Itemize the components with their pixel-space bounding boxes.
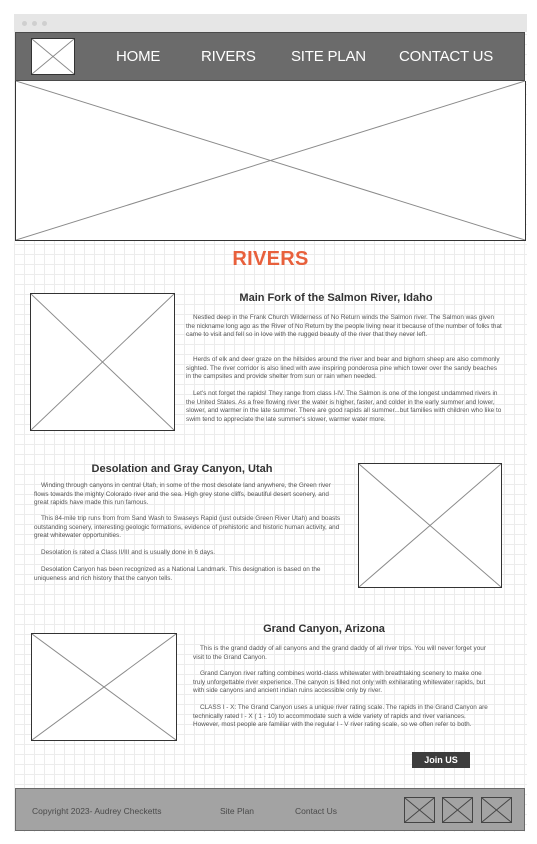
window-dot	[42, 21, 47, 26]
image-placeholder-icon	[32, 39, 74, 74]
browser-chrome-bar	[14, 14, 527, 32]
footer-link-contact-us[interactable]: Contact Us	[295, 806, 337, 816]
section-paragraph: This 84-mile trip runs from from Sand Wa…	[34, 515, 341, 540]
section-paragraph: Grand Canyon river rafting combines worl…	[193, 670, 486, 695]
image-placeholder-icon	[31, 294, 174, 430]
section-paragraph: Herds of elk and deer graze on the hills…	[186, 356, 500, 381]
image-placeholder-icon	[32, 634, 176, 740]
nav-link-rivers[interactable]: RIVERS	[201, 48, 256, 65]
footer-copyright: Copyright 2023- Audrey Checketts	[32, 806, 162, 816]
window-dot	[32, 21, 37, 26]
image-placeholder-icon	[359, 464, 501, 587]
nav-link-home[interactable]: HOME	[116, 48, 160, 65]
nav-link-contact-us[interactable]: CONTACT US	[399, 48, 493, 65]
social-icon[interactable]	[442, 797, 473, 823]
image-placeholder-icon	[443, 798, 472, 822]
logo-placeholder[interactable]	[31, 38, 75, 75]
grand-canyon-image	[31, 633, 177, 741]
section-title-desolation: Desolation and Gray Canyon, Utah	[91, 463, 273, 475]
page-title: RIVERS	[232, 248, 309, 270]
social-icon[interactable]	[481, 797, 512, 823]
footer-link-site-plan[interactable]: Site Plan	[220, 806, 254, 816]
image-placeholder-icon	[405, 798, 434, 822]
navbar: HOME RIVERS SITE PLAN CONTACT US	[15, 32, 525, 81]
social-icon[interactable]	[404, 797, 435, 823]
section-title-grand-canyon: Grand Canyon, Arizona	[263, 623, 385, 635]
section-title-salmon: Main Fork of the Salmon River, Idaho	[239, 292, 433, 304]
section-paragraph: Desolation is rated a Class II/III and i…	[41, 549, 216, 556]
browser-window: HOME RIVERS SITE PLAN CONTACT US RIVERS …	[14, 14, 527, 832]
section-paragraph: Winding through canyons in central Utah,…	[34, 482, 331, 507]
section-paragraph: Desolation Canyon has been recognized as…	[34, 566, 321, 582]
salmon-river-image	[30, 293, 175, 431]
desolation-canyon-image	[358, 463, 502, 588]
section-paragraph: Let's not forget the rapids! They range …	[186, 390, 502, 423]
hero-image	[15, 81, 526, 241]
window-dot	[22, 21, 27, 26]
join-us-button[interactable]: Join US	[412, 752, 470, 768]
section-paragraph: Nestled deep in the Frank Church Wildern…	[186, 314, 502, 339]
section-paragraph: CLASS I - X: The Grand Canyon uses a uni…	[193, 704, 488, 729]
image-placeholder-icon	[482, 798, 511, 822]
section-paragraph: This is the grand daddy of all canyons a…	[193, 645, 486, 661]
nav-link-site-plan[interactable]: SITE PLAN	[291, 48, 366, 65]
image-placeholder-icon	[16, 81, 525, 240]
footer: Copyright 2023- Audrey Checketts Site Pl…	[15, 788, 525, 831]
